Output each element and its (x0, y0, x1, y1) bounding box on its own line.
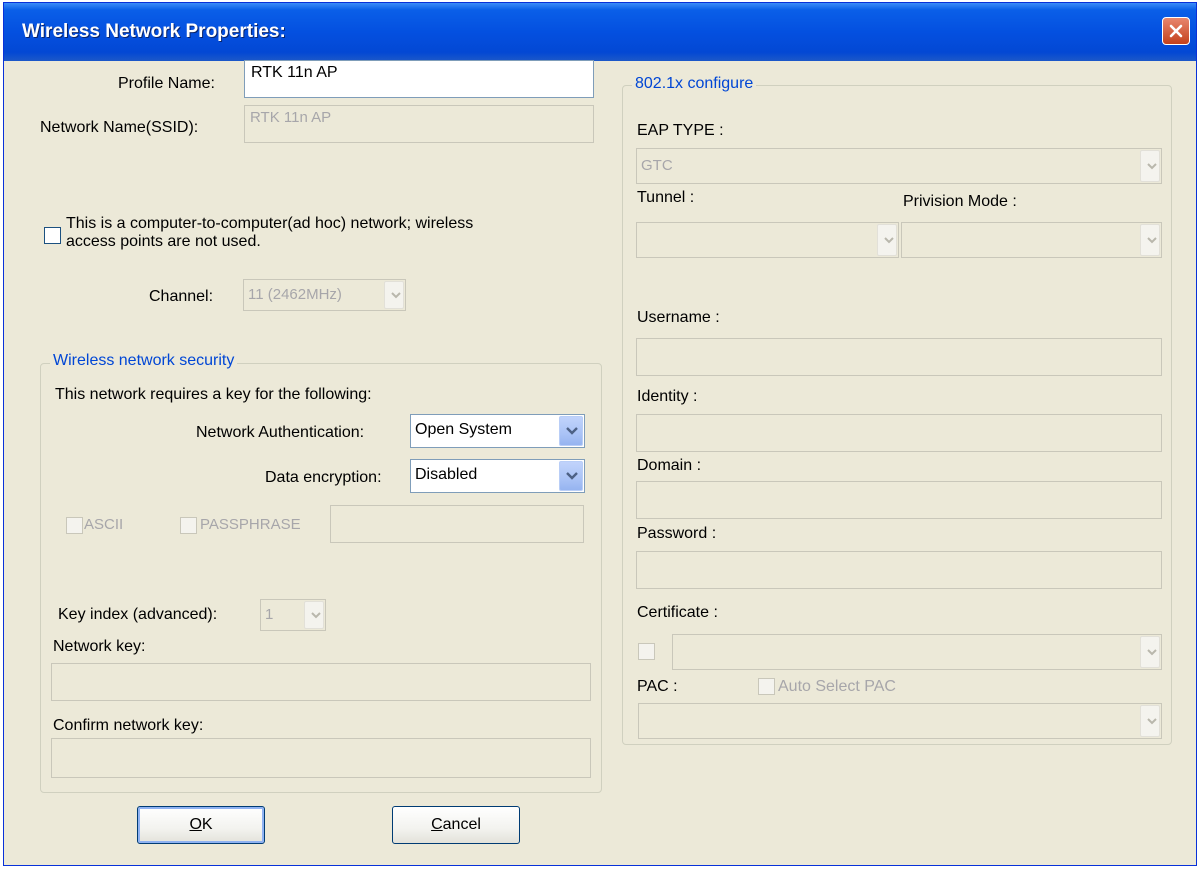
chevron-down-icon (1140, 636, 1160, 668)
username-input[interactable] (636, 338, 1162, 376)
ascii-label: ASCII (84, 516, 124, 533)
certificate-checkbox[interactable] (638, 643, 655, 660)
username-label: Username : (637, 309, 720, 326)
pac-select[interactable] (638, 703, 1162, 739)
encryption-select[interactable]: Disabled (410, 459, 585, 493)
profile-name-input[interactable]: RTK 11n AP (244, 60, 594, 98)
domain-label: Domain : (637, 457, 702, 474)
auth-value: Open System (415, 421, 512, 438)
ascii-checkbox[interactable] (66, 517, 83, 534)
channel-label: Channel: (149, 288, 214, 305)
identity-input[interactable] (636, 414, 1162, 452)
adhoc-label: This is a computer-to-computer(ad hoc) n… (66, 215, 473, 251)
ok-label-rest: K (201, 816, 213, 833)
security-group-title: Wireless network security (50, 352, 238, 370)
provision-mode-select[interactable] (901, 222, 1162, 258)
auto-select-pac-label: Auto Select PAC (778, 678, 896, 695)
chevron-down-icon (877, 224, 897, 256)
auto-select-pac-checkbox[interactable] (758, 678, 775, 695)
certificate-label: Certificate : (637, 604, 718, 621)
provision-mode-label: Privision Mode : (903, 193, 1017, 210)
tunnel-select[interactable] (636, 222, 899, 258)
cancel-button[interactable]: Cancel (392, 806, 520, 844)
chevron-down-icon (1140, 224, 1160, 256)
certificate-select[interactable] (672, 634, 1162, 670)
tunnel-label: Tunnel : (637, 189, 695, 206)
adhoc-checkbox[interactable] (44, 227, 61, 244)
chevron-down-icon (559, 461, 583, 491)
encryption-value: Disabled (415, 466, 478, 483)
cancel-label-rest: ancel (442, 816, 481, 833)
identity-label: Identity : (637, 388, 698, 405)
password-label: Password : (637, 525, 717, 542)
requires-key-label: This network requires a key for the foll… (55, 386, 372, 403)
ssid-input[interactable]: RTK 11n AP (244, 105, 594, 143)
chevron-down-icon (559, 416, 583, 446)
profile-name-label: Profile Name: (118, 75, 215, 92)
passphrase-input[interactable] (330, 505, 584, 543)
title-bar[interactable]: Wireless Network Properties: (4, 3, 1196, 61)
pac-label: PAC : (637, 678, 678, 695)
network-key-input[interactable] (51, 663, 591, 701)
passphrase-checkbox[interactable] (180, 517, 197, 534)
cancel-mnemonic: C (431, 816, 443, 833)
key-index-value: 1 (265, 606, 274, 623)
ssid-value: RTK 11n AP (250, 109, 332, 126)
close-icon (1169, 24, 1183, 38)
window-title: Wireless Network Properties: (22, 21, 286, 42)
eap-type-value: GTC (641, 157, 673, 174)
key-index-label: Key index (advanced): (58, 606, 218, 623)
domain-input[interactable] (636, 481, 1162, 519)
close-button[interactable] (1162, 17, 1190, 45)
confirm-key-input[interactable] (51, 738, 591, 778)
chevron-down-icon (384, 281, 404, 309)
channel-value: 11 (2462MHz) (248, 286, 342, 303)
ok-mnemonic: O (189, 816, 202, 833)
eap-group-title: 802.1x configure (632, 75, 757, 93)
channel-select[interactable]: 11 (2462MHz) (243, 279, 406, 311)
confirm-key-label: Confirm network key: (53, 717, 204, 734)
dialog-window: Wireless Network Properties: Profile Nam… (3, 2, 1197, 866)
chevron-down-icon (1140, 150, 1160, 182)
chevron-down-icon (1140, 705, 1160, 737)
eap-type-select[interactable]: GTC (636, 148, 1162, 184)
auth-label: Network Authentication: (196, 424, 365, 441)
adhoc-label-line2: access points are not used. (66, 233, 261, 250)
passphrase-label: PASSPHRASE (200, 516, 301, 533)
eap-type-label: EAP TYPE : (637, 122, 724, 139)
auth-select[interactable]: Open System (410, 414, 585, 448)
network-key-label: Network key: (53, 638, 146, 655)
adhoc-label-line1: This is a computer-to-computer(ad hoc) n… (66, 215, 474, 232)
profile-name-value: RTK 11n AP (251, 64, 338, 81)
ssid-label: Network Name(SSID): (40, 119, 199, 136)
ok-button[interactable]: OK (137, 806, 265, 844)
encryption-label: Data encryption: (265, 469, 382, 486)
key-index-select[interactable]: 1 (260, 599, 326, 631)
chevron-down-icon (304, 601, 324, 629)
password-input[interactable] (636, 551, 1162, 589)
